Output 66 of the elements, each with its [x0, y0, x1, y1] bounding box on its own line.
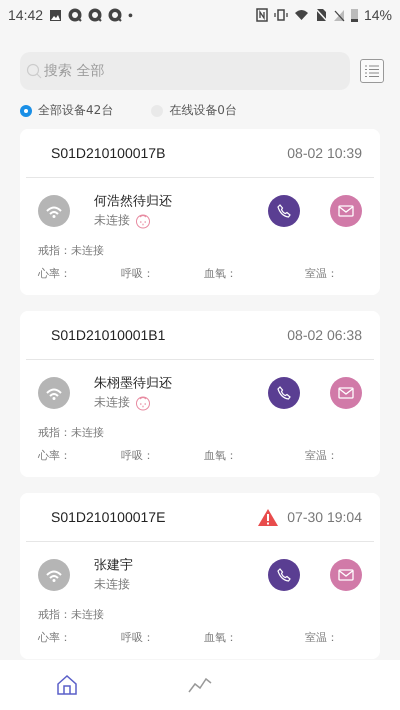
connection-status: 未连接 [94, 394, 130, 411]
device-id: S01D210100017E [51, 509, 166, 525]
list-menu-button[interactable] [360, 59, 384, 83]
notification-dot: • [128, 7, 133, 23]
device-time: 08-02 10:39 [287, 145, 362, 161]
vital-label: 呼吸： [121, 266, 155, 281]
ring-status: 戒指：未连接 [37, 243, 105, 258]
connection-status: 未连接 [94, 576, 130, 593]
clock: 14:42 [8, 7, 44, 23]
patient-name: 朱栩墨待归还 [94, 375, 173, 392]
nfc-icon [256, 8, 268, 22]
phone-icon [277, 386, 291, 400]
nav-tab[interactable] [56, 674, 78, 696]
home-icon [56, 674, 78, 696]
image-icon [49, 8, 62, 22]
mail-icon [338, 568, 354, 580]
vital-label: 血氧： [204, 266, 238, 281]
message-button[interactable] [330, 194, 362, 226]
message-button[interactable] [330, 376, 362, 408]
ring-status: 戒指：未连接 [37, 607, 105, 622]
phone-icon [277, 204, 291, 218]
search-field[interactable]: 搜索 全部 [20, 52, 350, 90]
vital-label: 血氧： [204, 630, 238, 645]
wifi-icon [45, 204, 63, 218]
vital-label: 心率： [38, 448, 72, 463]
phone-icon [277, 568, 291, 582]
patient-name: 张建宇 [94, 557, 134, 574]
vital-label: 心率： [38, 630, 72, 645]
search-icon [26, 63, 42, 79]
call-button[interactable] [268, 376, 300, 408]
device-time: 07-30 19:04 [287, 509, 362, 525]
vital-label: 血氧： [204, 448, 238, 463]
no-sim-icon [314, 8, 327, 22]
vital-label: 呼吸： [121, 448, 155, 463]
battery-level: 14% [364, 7, 392, 23]
mail-icon [338, 204, 354, 216]
radio-button[interactable] [20, 104, 32, 116]
wifi-icon [45, 568, 63, 582]
call-button[interactable] [268, 558, 300, 590]
device-id: S01D210100017B [51, 145, 166, 161]
device-id: S01D21010001B1 [51, 327, 166, 343]
vital-label: 呼吸： [121, 630, 155, 645]
message-button[interactable] [330, 558, 362, 590]
mail-icon [338, 386, 354, 398]
vital-label: 室温： [305, 630, 339, 645]
filter-label: 全部设备42台 [38, 102, 114, 119]
filter-option[interactable]: 全部设备42台 [20, 102, 114, 119]
list-icon [364, 64, 380, 78]
vital-label: 心率： [38, 266, 72, 281]
chat-bubble-icon [68, 8, 82, 22]
device-time: 08-02 06:38 [287, 327, 362, 343]
vital-label: 室温： [305, 448, 339, 463]
chat-bubble-icon [108, 8, 122, 22]
wifi-icon [294, 8, 309, 22]
vital-label: 室温： [305, 266, 339, 281]
filter-label: 在线设备0台 [169, 102, 237, 119]
patient-name: 何浩然待归还 [94, 193, 173, 210]
wifi-icon [45, 386, 63, 400]
filter-option[interactable]: 在线设备0台 [151, 102, 237, 119]
signal-icon [332, 8, 345, 22]
chat-bubble-icon [88, 8, 102, 22]
call-button[interactable] [268, 194, 300, 226]
connection-status: 未连接 [94, 212, 130, 229]
battery-icon [350, 8, 358, 22]
ring-status: 戒指：未连接 [37, 425, 105, 440]
vibrate-icon [274, 9, 288, 21]
